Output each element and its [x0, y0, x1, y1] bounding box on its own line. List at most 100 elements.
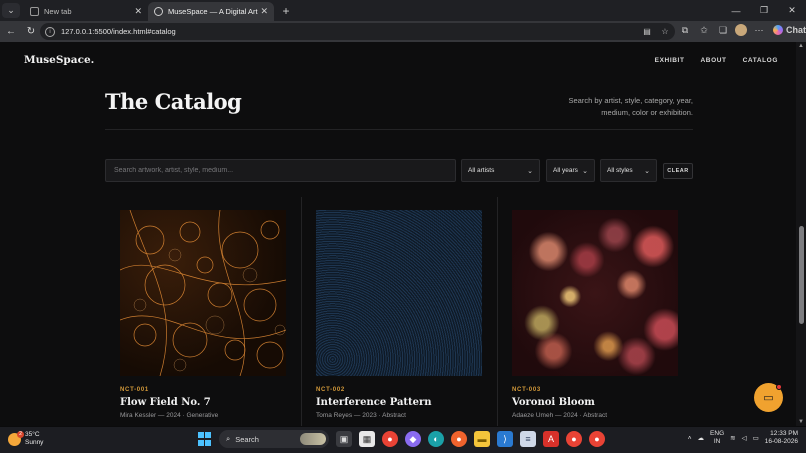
- bookmark-star-icon[interactable]: ☆: [659, 25, 671, 37]
- scroll-up-icon[interactable]: ▲: [798, 43, 804, 49]
- year-filter-value: All years: [553, 167, 578, 174]
- nav-link-catalog[interactable]: CATALOG: [743, 57, 778, 64]
- grid-divider: [497, 197, 498, 426]
- window-controls: — ❐ ✕: [722, 0, 806, 21]
- weather-text: 35°C Sunny: [25, 431, 43, 447]
- cloud-icon[interactable]: ☁: [698, 434, 705, 442]
- restore-button[interactable]: ❐: [750, 0, 778, 21]
- new-tab-button[interactable]: +: [278, 3, 294, 19]
- copilot-app-icon[interactable]: ◆: [405, 431, 421, 447]
- language-indicator[interactable]: ENG IN: [710, 430, 724, 446]
- site-nav: EXHIBIT ABOUT CATALOG: [655, 57, 778, 64]
- scrollbar-thumb[interactable]: [799, 226, 804, 324]
- edge-icon[interactable]: ◐: [428, 431, 444, 447]
- clear-filters-button[interactable]: CLEAR: [663, 163, 693, 179]
- lang-top: ENG: [710, 430, 725, 437]
- store-icon[interactable]: ▦: [359, 431, 375, 447]
- chevron-down-icon: ⌄: [644, 167, 650, 175]
- artwork-title[interactable]: Voronoi Bloom: [512, 397, 678, 408]
- chrome-profile-icon[interactable]: ●: [566, 431, 582, 447]
- chevron-up-icon[interactable]: ˄: [688, 435, 692, 442]
- artist-filter-value: All artists: [468, 167, 495, 174]
- style-filter-value: All styles: [607, 167, 633, 174]
- browser-toolbar: ← ↻ i 127.0.0.1:5500/index.html#catalog …: [0, 21, 806, 42]
- favorites-icon[interactable]: ✩: [697, 23, 711, 37]
- artwork-card[interactable]: NCT-003 Voronoi Bloom Adaeze Umeh — 2024…: [512, 210, 678, 419]
- copilot-icon: [773, 25, 783, 35]
- catalog-subtitle: Search by artist, style, category, year,…: [568, 96, 694, 117]
- browser-tab-strip: ⌄ New tab ✕ MuseSpace — A Digital Art Ga…: [0, 0, 806, 21]
- battery-icon[interactable]: ▭: [753, 434, 759, 442]
- task-view-icon[interactable]: ▣: [336, 431, 352, 447]
- taskbar-search[interactable]: ⌕ Search: [219, 430, 329, 448]
- lang-bottom: IN: [713, 438, 721, 445]
- tab-search-button[interactable]: ⌄: [2, 3, 20, 18]
- search-input[interactable]: [105, 159, 456, 182]
- start-windows-icon[interactable]: [196, 431, 212, 447]
- address-bar[interactable]: i 127.0.0.1:5500/index.html#catalog ▤ ☆: [40, 23, 675, 40]
- search-highlight-image: [300, 433, 326, 445]
- file-explorer-icon[interactable]: ▬: [474, 431, 490, 447]
- page-title: The Catalog: [105, 89, 242, 114]
- clock-date: 16-08-2026: [764, 438, 798, 445]
- volume-icon[interactable]: ◁: [742, 434, 747, 442]
- nav-link-about[interactable]: ABOUT: [701, 57, 727, 64]
- address-url[interactable]: 127.0.0.1:5500/index.html#catalog: [61, 27, 176, 36]
- clock[interactable]: 12:33 PM 16-08-2026: [765, 430, 798, 446]
- artwork-title[interactable]: Interference Pattern: [316, 397, 482, 408]
- year-filter-select[interactable]: All years ⌄: [546, 159, 595, 182]
- chrome-icon[interactable]: ●: [382, 431, 398, 447]
- artwork-card[interactable]: NCT-002 Interference Pattern Toma Reyes …: [316, 210, 482, 419]
- more-menu-icon[interactable]: ⋯: [752, 23, 766, 37]
- artwork-meta: Mira Kessler — 2024 · Generative: [120, 412, 219, 419]
- wifi-icon[interactable]: ≋: [730, 434, 735, 442]
- artwork-code: NCT-001: [120, 387, 149, 393]
- artwork-title[interactable]: Flow Field No. 7: [120, 397, 286, 408]
- chat-button[interactable]: Chat ⌄: [771, 23, 806, 37]
- back-button[interactable]: ←: [2, 23, 20, 41]
- chat-fab-button[interactable]: ▭: [754, 383, 783, 412]
- chrome-alt-icon[interactable]: ●: [589, 431, 605, 447]
- reload-button[interactable]: ↻: [22, 23, 40, 41]
- site-header: MuseSpace. EXHIBIT ABOUT CATALOG: [0, 42, 796, 80]
- artwork-code: NCT-003: [512, 387, 541, 393]
- nav-link-exhibit[interactable]: EXHIBIT: [655, 57, 685, 64]
- profile-avatar[interactable]: [735, 24, 747, 36]
- style-filter-select[interactable]: All styles ⌄: [600, 159, 657, 182]
- acrobat-icon[interactable]: A: [543, 431, 559, 447]
- close-window-button[interactable]: ✕: [778, 0, 806, 21]
- extensions-icon[interactable]: ⧉: [678, 23, 692, 37]
- reader-mode-icon[interactable]: ▤: [641, 25, 653, 37]
- grid-divider: [301, 197, 302, 426]
- collections-icon[interactable]: ❏: [716, 23, 730, 37]
- tab-label: MuseSpace — A Digital Art Gallery: [168, 7, 260, 16]
- browser-right-tools: ⧉ ✩ ❏ ⋯ Chat ⌄: [678, 23, 806, 37]
- artwork-card[interactable]: NCT-001 Flow Field No. 7 Mira Kessler — …: [120, 210, 286, 419]
- site-info-icon[interactable]: i: [45, 26, 55, 37]
- weather-temp: 35°C: [25, 431, 40, 438]
- weather-desc: Sunny: [25, 439, 44, 446]
- artwork-image-flow-field[interactable]: [120, 210, 286, 376]
- site-logo[interactable]: MuseSpace.: [24, 54, 94, 66]
- artwork-meta: Toma Reyes — 2023 · Abstract: [316, 412, 406, 419]
- notepad-icon[interactable]: ≡: [520, 431, 536, 447]
- tab-new-tab[interactable]: New tab ✕: [24, 2, 148, 21]
- weather-widget[interactable]: 2 35°C Sunny: [8, 430, 43, 447]
- page-viewport: MuseSpace. EXHIBIT ABOUT CATALOG The Cat…: [0, 42, 806, 426]
- vscode-icon[interactable]: ⟩: [497, 431, 513, 447]
- firefox-icon[interactable]: ●: [451, 431, 467, 447]
- artwork-grid: NCT-001 Flow Field No. 7 Mira Kessler — …: [105, 197, 693, 426]
- tab-musespace[interactable]: MuseSpace — A Digital Art Gallery ✕: [148, 2, 274, 21]
- chevron-down-icon: ⌄: [527, 167, 533, 175]
- globe-icon: [154, 7, 163, 16]
- artwork-image-interference[interactable]: [316, 210, 482, 376]
- close-icon[interactable]: ✕: [260, 6, 268, 17]
- minimize-button[interactable]: —: [722, 0, 750, 21]
- page-scrollbar[interactable]: ▲ ▼: [796, 42, 806, 426]
- chat-label: Chat: [786, 25, 806, 35]
- close-icon[interactable]: ✕: [134, 6, 142, 17]
- divider: [105, 129, 693, 130]
- scroll-down-icon[interactable]: ▼: [798, 419, 804, 425]
- artwork-image-voronoi[interactable]: [512, 210, 678, 376]
- artist-filter-select[interactable]: All artists ⌄: [461, 159, 540, 182]
